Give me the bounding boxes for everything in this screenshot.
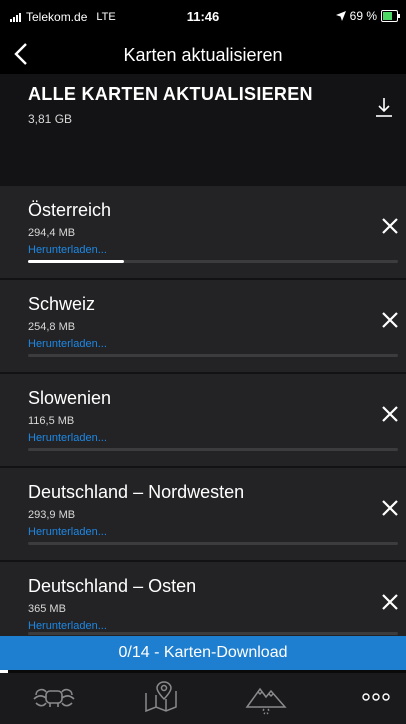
page-title: Karten aktualisieren bbox=[123, 45, 283, 65]
status-bar-right: 69 % bbox=[335, 9, 400, 23]
map-progress-bar bbox=[28, 354, 398, 357]
update-all-row[interactable]: ALLE KARTEN AKTUALISIEREN 3,81 GB bbox=[0, 74, 406, 186]
map-size: 293,9 MB bbox=[28, 509, 76, 521]
tab-more[interactable] bbox=[358, 679, 402, 715]
map-progress-bar bbox=[28, 448, 398, 451]
map-name: Slowenien bbox=[28, 388, 112, 408]
map-name: Österreich bbox=[28, 200, 112, 220]
tab-map[interactable] bbox=[140, 679, 184, 715]
close-icon[interactable] bbox=[380, 498, 400, 518]
download-icon[interactable] bbox=[374, 96, 394, 120]
tab-routes[interactable] bbox=[244, 679, 288, 715]
map-progress-fill bbox=[28, 260, 125, 263]
map-status: Herunterladen... bbox=[28, 526, 107, 538]
map-size: 365 MB bbox=[28, 603, 66, 615]
map-status: Herunterladen... bbox=[28, 338, 107, 350]
map-size: 294,4 MB bbox=[28, 227, 76, 239]
status-bar: Telekom.de LTE 11:46 69 % bbox=[0, 0, 406, 34]
map-row: Slowenien 116,5 MB Herunterladen... bbox=[0, 374, 406, 466]
close-icon[interactable] bbox=[380, 216, 400, 236]
map-status: Herunterladen... bbox=[28, 620, 107, 632]
mountain-route-icon bbox=[245, 687, 287, 715]
close-icon[interactable] bbox=[380, 310, 400, 330]
close-icon[interactable] bbox=[380, 404, 400, 424]
motorcycle-icon bbox=[33, 688, 75, 707]
map-status: Herunterladen... bbox=[28, 432, 107, 444]
map-row: Deutschland – Nordwesten 293,9 MB Herunt… bbox=[0, 468, 406, 560]
map-status: Herunterladen... bbox=[28, 244, 107, 256]
nav-bar: Karten aktualisieren bbox=[0, 34, 406, 74]
tab-bar bbox=[0, 673, 406, 724]
map-size: 116,5 MB bbox=[28, 415, 75, 427]
map-row: Schweiz 254,8 MB Herunterladen... bbox=[0, 280, 406, 372]
battery-icon bbox=[381, 10, 400, 22]
tab-garage[interactable] bbox=[30, 679, 75, 715]
map-progress-bar bbox=[28, 632, 398, 635]
close-icon[interactable] bbox=[380, 592, 400, 612]
map-size: 254,8 MB bbox=[28, 321, 76, 333]
map-row: Deutschland – Osten 365 MB Herunterladen… bbox=[0, 562, 406, 636]
location-arrow-icon bbox=[335, 11, 346, 21]
update-all-title: ALLE KARTEN AKTUALISIEREN bbox=[28, 84, 313, 104]
download-status-banner[interactable]: 0/14 - Karten-Download bbox=[0, 636, 406, 670]
update-all-size: 3,81 GB bbox=[28, 112, 73, 126]
map-name: Schweiz bbox=[28, 294, 96, 314]
battery-percent: 69 % bbox=[349, 9, 377, 23]
map-name: Deutschland – Osten bbox=[28, 576, 197, 596]
map-progress-bar bbox=[28, 260, 398, 263]
map-name: Deutschland – Nordwesten bbox=[28, 482, 245, 502]
map-row: Österreich 294,4 MB Herunterladen... bbox=[0, 186, 406, 278]
map-progress-bar bbox=[28, 542, 398, 545]
more-dots-icon bbox=[362, 693, 390, 701]
map-pin-icon bbox=[145, 681, 177, 713]
